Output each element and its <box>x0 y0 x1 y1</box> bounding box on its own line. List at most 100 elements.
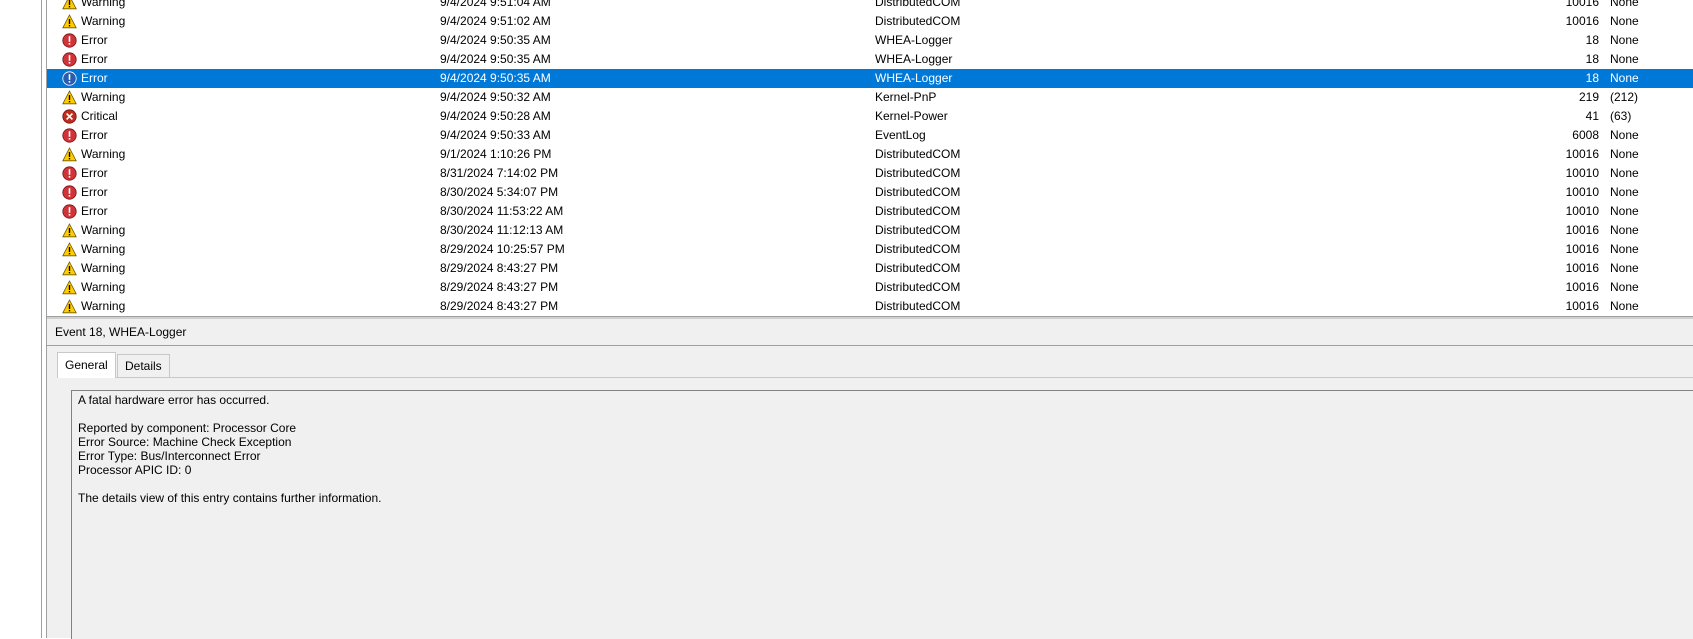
source-cell: DistributedCOM <box>875 299 961 313</box>
task-category-cell: None <box>1610 14 1639 28</box>
event-id-cell: 10016 <box>1565 223 1599 237</box>
critical-icon <box>62 109 77 124</box>
date-cell: 9/4/2024 9:51:04 AM <box>440 0 551 9</box>
error-icon <box>62 204 77 219</box>
event-id-cell: 10010 <box>1565 185 1599 199</box>
event-id-cell: 18 <box>1585 71 1599 85</box>
level-cell: Error <box>56 69 436 88</box>
event-row[interactable]: Warning 9/1/2024 1:10:26 PM DistributedCOM… <box>47 145 1693 164</box>
warning-icon <box>62 147 77 162</box>
task-category-cell: None <box>1610 280 1639 294</box>
task-category-cell: (63) <box>1610 109 1632 123</box>
event-description-box[interactable]: A fatal hardware error has occurred. Rep… <box>71 390 1693 639</box>
level-cell: Warning <box>56 297 436 316</box>
event-id-cell: 10016 <box>1565 280 1599 294</box>
source-cell: DistributedCOM <box>875 261 961 275</box>
level-cell: Error <box>56 164 436 183</box>
error-icon <box>62 185 77 200</box>
warning-icon <box>62 14 77 29</box>
event-row[interactable]: Warning 8/29/2024 8:43:27 PM DistributedCO… <box>47 259 1693 278</box>
error-icon <box>62 166 77 181</box>
event-row[interactable]: Error 8/30/2024 11:53:22 AM DistributedCOM… <box>47 202 1693 221</box>
level-cell: Error <box>56 183 436 202</box>
tab-general[interactable]: General <box>57 352 116 378</box>
event-row[interactable]: Error 9/4/2024 9:50:33 AM EventLog 6008 None <box>47 126 1693 145</box>
event-id-cell: 10016 <box>1565 147 1599 161</box>
source-cell: DistributedCOM <box>875 147 961 161</box>
date-cell: 8/29/2024 10:25:57 PM <box>440 242 565 256</box>
task-category-cell: None <box>1610 204 1639 218</box>
event-row[interactable]: Critical 9/4/2024 9:50:28 AM Kernel-Power 4… <box>47 107 1693 126</box>
level-text: Warning <box>81 242 126 256</box>
navigation-pane-edge <box>0 0 41 638</box>
warning-icon <box>62 242 77 257</box>
task-category-cell: (212) <box>1610 90 1639 104</box>
source-cell: Kernel-PnP <box>875 90 937 104</box>
level-cell: Warning <box>56 88 436 107</box>
source-cell: EventLog <box>875 128 926 142</box>
event-row[interactable]: Error 9/4/2024 9:50:35 AM WHEA-Logger 18 Non… <box>47 50 1693 69</box>
task-category-cell: None <box>1610 52 1639 66</box>
description-line: Error Type: Bus/Interconnect Error <box>78 449 261 463</box>
task-category-cell: None <box>1610 166 1639 180</box>
date-cell: 9/4/2024 9:50:32 AM <box>440 90 551 104</box>
level-cell: Warning <box>56 278 436 297</box>
description-line: Error Source: Machine Check Exception <box>78 435 292 449</box>
level-text: Warning <box>81 280 126 294</box>
source-cell: DistributedCOM <box>875 223 961 237</box>
event-list[interactable]: Warning 9/4/2024 9:51:04 AM DistributedCOM… <box>47 0 1693 316</box>
source-cell: Kernel-Power <box>875 109 948 123</box>
event-row[interactable]: Warning 8/29/2024 10:25:57 PM DistributedC… <box>47 240 1693 259</box>
date-cell: 9/4/2024 9:50:35 AM <box>440 71 551 85</box>
event-row[interactable]: Warning 9/4/2024 9:50:32 AM Kernel-PnP 219 (… <box>47 88 1693 107</box>
date-cell: 8/29/2024 8:43:27 PM <box>440 280 559 294</box>
description-line: Processor APIC ID: 0 <box>78 463 192 477</box>
source-cell: DistributedCOM <box>875 242 961 256</box>
event-id-cell: 219 <box>1578 90 1599 104</box>
event-detail-pane: Event 18, WHEA-Logger General Details A … <box>47 319 1693 639</box>
level-cell: Warning <box>56 12 436 31</box>
error-icon <box>62 33 77 48</box>
warning-icon <box>62 90 77 105</box>
event-row[interactable]: Error 9/4/2024 9:50:35 AM WHEA-Logger 18 Non… <box>47 69 1693 88</box>
event-row[interactable]: Warning 9/4/2024 9:51:04 AM DistributedCOM… <box>47 0 1693 12</box>
event-row[interactable]: Warning 8/29/2024 8:43:27 PM DistributedCO… <box>47 297 1693 316</box>
description-line: Reported by component: Processor Core <box>78 421 297 435</box>
level-text: Error <box>81 204 108 218</box>
task-category-cell: None <box>1610 33 1639 47</box>
event-row[interactable]: Error 8/31/2024 7:14:02 PM DistributedCOM 1… <box>47 164 1693 183</box>
warning-icon <box>62 0 77 10</box>
task-category-cell: None <box>1610 223 1639 237</box>
description-line: A fatal hardware error has occurred. <box>78 393 270 407</box>
level-text: Critical <box>81 109 118 123</box>
date-cell: 8/29/2024 8:43:27 PM <box>440 299 559 313</box>
level-text: Warning <box>81 0 126 9</box>
event-row[interactable]: Warning 8/30/2024 11:12:13 AM DistributedC… <box>47 221 1693 240</box>
date-cell: 9/4/2024 9:51:02 AM <box>440 14 551 28</box>
warning-icon <box>62 299 77 314</box>
date-cell: 8/30/2024 5:34:07 PM <box>440 185 559 199</box>
detail-title: Event 18, WHEA-Logger <box>55 325 187 339</box>
level-cell: Warning <box>56 221 436 240</box>
date-cell: 9/4/2024 9:50:35 AM <box>440 52 551 66</box>
event-id-cell: 10010 <box>1565 204 1599 218</box>
source-cell: WHEA-Logger <box>875 33 953 47</box>
task-category-cell: None <box>1610 147 1639 161</box>
event-row[interactable]: Error 8/30/2024 5:34:07 PM DistributedCOM 1… <box>47 183 1693 202</box>
tab-details[interactable]: Details <box>117 354 170 377</box>
event-id-cell: 18 <box>1585 33 1599 47</box>
event-row[interactable]: Warning 9/4/2024 9:51:02 AM DistributedCOM… <box>47 12 1693 31</box>
date-cell: 9/4/2024 9:50:33 AM <box>440 128 551 142</box>
source-cell: DistributedCOM <box>875 0 961 9</box>
event-row[interactable]: Warning 8/29/2024 8:43:27 PM DistributedCO… <box>47 278 1693 297</box>
level-text: Warning <box>81 223 126 237</box>
error-icon <box>62 52 77 67</box>
event-id-cell: 18 <box>1585 52 1599 66</box>
event-row[interactable]: Error 9/4/2024 9:50:35 AM WHEA-Logger 18 Non… <box>47 31 1693 50</box>
source-cell: DistributedCOM <box>875 204 961 218</box>
date-cell: 8/29/2024 8:43:27 PM <box>440 261 559 275</box>
task-category-cell: None <box>1610 0 1639 9</box>
error-icon <box>62 71 77 86</box>
general-tab-panel: A fatal hardware error has occurred. Rep… <box>57 378 1693 639</box>
warning-icon <box>62 280 77 295</box>
